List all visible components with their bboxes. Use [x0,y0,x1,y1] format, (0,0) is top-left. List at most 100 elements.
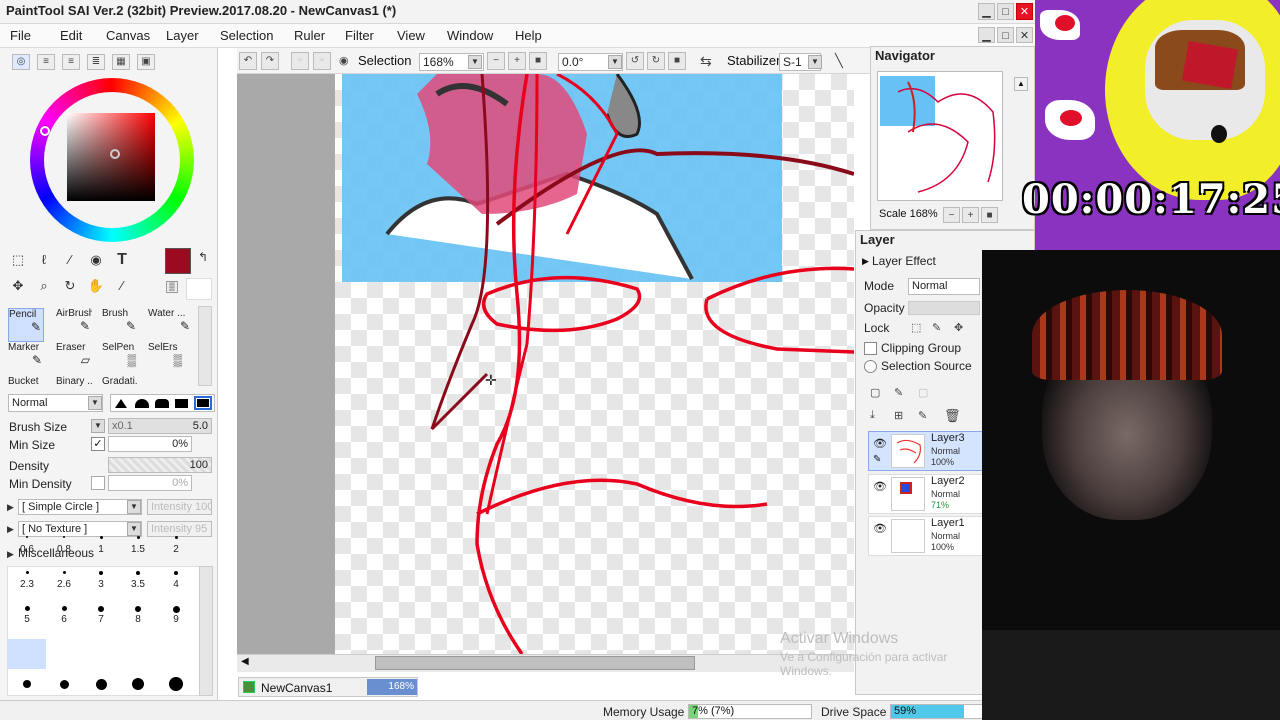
visibility-eye-icon[interactable]: 👁 [873,522,887,535]
navigator-preview[interactable] [877,71,1003,201]
size-preset-dot[interactable] [174,536,178,539]
clear-layer-icon[interactable]: ✎ [918,409,927,422]
selection-label[interactable]: Selection [358,53,411,68]
menu-file[interactable]: File [10,28,31,43]
rotation-reset-icon[interactable]: ■ [668,52,686,70]
brush-water[interactable]: Water ... ✎ [148,308,192,342]
magic-wand-icon[interactable]: ⁄ [60,250,80,270]
brush-airbrush[interactable]: AirBrush ✎ [56,308,92,342]
size-preset-label[interactable]: 1 [89,544,113,555]
redo-icon[interactable]: ↷ [261,52,279,70]
selection-visibility-icon[interactable]: ◉ [339,54,349,67]
brush-tip-shapes[interactable] [110,394,215,412]
menu-selection[interactable]: Selection [220,28,273,43]
size-preset-label[interactable]: 0.6 [15,544,39,555]
doc-minimize-button[interactable]: ▁ [978,27,995,43]
size-preset-dot[interactable] [99,571,103,575]
canvas-tab[interactable]: NewCanvas1 168% [238,677,418,697]
brush-gradation[interactable]: Gradati... [102,376,138,386]
zoom-dropdown-icon[interactable]: ▼ [468,55,482,69]
menu-help[interactable]: Help [515,28,542,43]
mixer-tab-icon[interactable]: ≣ [87,54,105,70]
new-layer-icon[interactable]: ▢ [870,386,880,399]
size-preset-dot[interactable] [136,536,140,539]
brush-selers[interactable]: SelErs ▒ [148,342,184,376]
size-preset-dot[interactable] [24,606,30,611]
maximize-button[interactable]: □ [997,3,1014,20]
preset-scrollbar[interactable] [199,566,213,696]
size-preset-label[interactable]: 2 [164,544,188,555]
brush-pencil[interactable]: Pencil ✎ [8,308,44,342]
scratchpad-tab-icon[interactable]: ▣ [137,54,155,70]
scroll-left-icon[interactable]: ◀ [241,656,249,667]
shape-intensity-slider[interactable]: Intensity 100 [147,499,212,515]
lock-transparency-icon[interactable]: ⬚ [911,321,921,334]
navigator-zoom-out-icon[interactable]: − [943,207,960,223]
swap-colors-icon[interactable]: ↰ [198,250,208,264]
canvas-horizontal-scrollbar[interactable]: ◀ [237,654,854,672]
visibility-eye-icon[interactable]: 👁 [873,480,887,493]
brush-bucket[interactable]: Bucket [8,376,44,386]
tip-shape-1-icon[interactable] [115,399,127,408]
tip-shape-3-icon[interactable] [155,399,169,408]
rotate-right-icon[interactable]: ↻ [647,52,665,70]
size-preset-dot[interactable] [63,536,65,538]
doc-maximize-button[interactable]: □ [997,27,1014,43]
misc-expand-icon[interactable]: ▶ [7,549,14,560]
undo-icon[interactable]: ↶ [239,52,257,70]
rotate-icon[interactable]: ↻ [60,276,80,296]
size-preset-label[interactable]: 1.5 [126,544,150,555]
brush-texture-dropdown-icon[interactable]: ▼ [127,522,141,536]
size-preset-label[interactable]: 5 [15,614,39,625]
lock-paint-icon[interactable]: ✎ [932,321,941,334]
size-preset-label[interactable]: 2.6 [52,579,76,590]
color-picker-marker[interactable] [110,149,120,159]
rotation-dropdown-icon[interactable]: ▼ [608,55,622,69]
min-size-checkbox[interactable]: ✓ [91,437,105,451]
size-preset-label[interactable]: 3.5 [126,579,150,590]
menu-ruler[interactable]: Ruler [294,28,325,43]
tip-shape-selected-icon[interactable] [194,396,212,410]
size-preset-label[interactable]: 9 [164,614,188,625]
close-button[interactable]: ✕ [1016,3,1033,20]
menu-window[interactable]: Window [447,28,493,43]
zoom-icon[interactable]: ⌕ [34,276,54,296]
size-preset-dot[interactable] [25,571,29,574]
size-preset-dot[interactable] [135,606,141,612]
brush-texture-select[interactable]: [ No Texture ] [18,521,142,537]
size-preset-dot[interactable] [95,678,107,690]
visibility-eye-icon[interactable]: 👁 [873,437,887,450]
secondary-color-swatch[interactable] [186,278,212,300]
brush-eraser[interactable]: Eraser ▱ [56,342,92,376]
menu-filter[interactable]: Filter [345,28,374,43]
brush-shape-select[interactable]: [ Simple Circle ] [18,499,142,515]
doc-close-button[interactable]: ✕ [1016,27,1033,43]
new-linework-layer-icon[interactable]: ✎ [894,386,903,399]
min-size-slider[interactable]: 0% [108,436,192,452]
size-preset-dot[interactable] [98,606,104,612]
size-preset-dot[interactable] [136,571,140,575]
navigator-zoom-in-icon[interactable]: + [962,207,979,223]
primary-color-swatch[interactable] [165,248,191,274]
navigator-reset-icon[interactable]: ■ [981,207,998,223]
size-preset-dot[interactable] [62,571,66,574]
zoom-reset-icon[interactable]: ■ [529,52,547,70]
layer-effect-expand-icon[interactable]: ▶ [862,256,869,267]
min-density-checkbox[interactable] [91,476,105,490]
brush-size-dropdown-icon[interactable]: ▼ [91,419,105,433]
flip-horizontal-icon[interactable]: ⇆ [700,53,712,70]
brush-size-slider[interactable]: x0.1 5.0 [108,418,212,434]
deselect-icon[interactable]: ▫ [291,52,309,70]
clipping-group-checkbox[interactable] [864,342,877,355]
lasso-icon[interactable]: ℓ [34,250,54,270]
brush-shape-dropdown-icon[interactable]: ▼ [127,500,141,514]
size-preset-label[interactable]: 7 [89,614,113,625]
zoom-out-icon[interactable]: − [487,52,505,70]
rgb-slider-tab-icon[interactable]: ≡ [37,54,55,70]
rect-select-icon[interactable]: ⬚ [8,250,28,270]
size-preset-dot[interactable] [99,536,103,539]
min-density-slider[interactable]: 0% [108,475,192,491]
texture-intensity-slider[interactable]: Intensity 95 [147,521,212,537]
tip-shape-4-icon[interactable] [175,399,188,408]
size-preset-label[interactable]: 0.8 [52,544,76,555]
